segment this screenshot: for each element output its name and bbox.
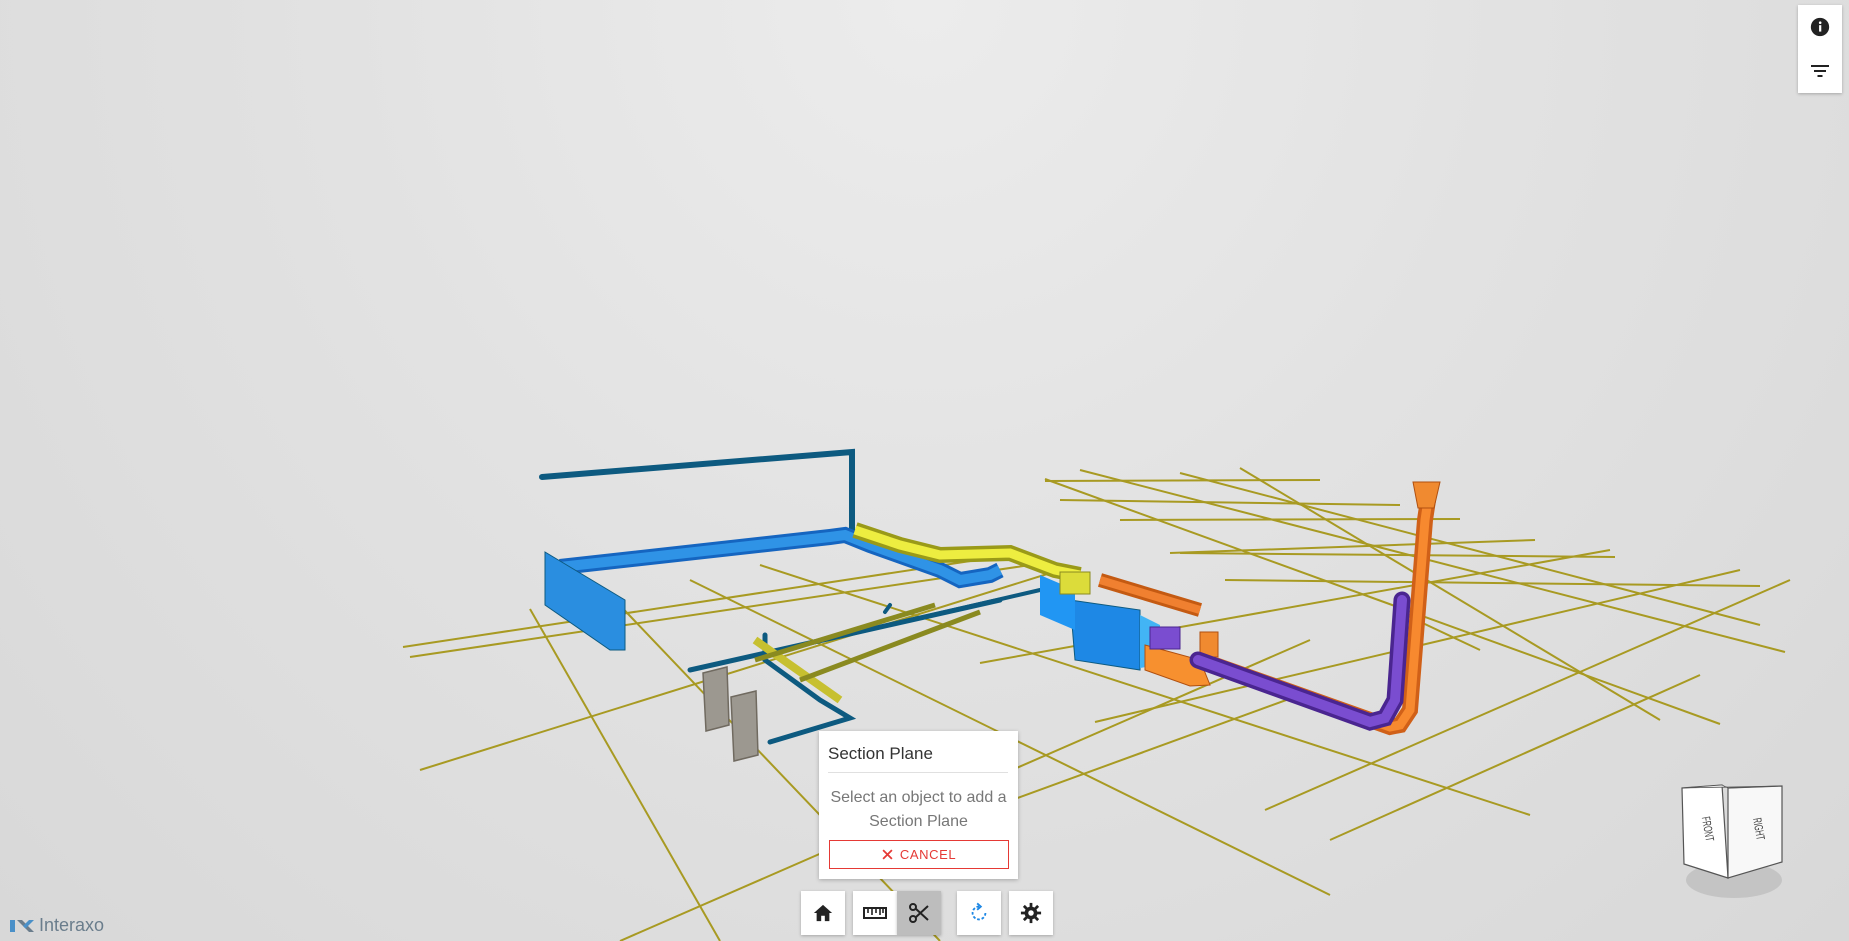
home-icon [813,904,833,922]
filter-icon [1811,65,1829,77]
close-icon [882,849,893,860]
measure-button[interactable] [853,891,897,935]
equipment-panels[interactable] [702,666,759,762]
brand-logo: Interaxo [9,915,104,936]
side-toolbar [1798,5,1842,93]
grid-lines [402,467,1791,941]
brand-name: Interaxo [39,915,105,935]
gear-icon [1020,902,1042,924]
rotate-button[interactable] [957,891,1001,935]
blue-duct[interactable] [544,526,1160,671]
view-cube[interactable]: FRONT RIGHT [1670,780,1790,905]
filter-button[interactable] [1798,49,1842,93]
section-plane-button[interactable] [897,891,941,935]
scissors-icon [909,903,929,923]
bottom-toolbar [801,891,1061,935]
cancel-button[interactable]: CANCEL [829,840,1009,869]
cancel-label: CANCEL [899,847,957,862]
settings-button[interactable] [1009,891,1053,935]
ruler-icon [863,907,887,919]
section-plane-popup: Section Plane Select an object to add a … [819,731,1018,879]
interaxo-logo-icon [10,919,34,932]
popup-message: Select an object to add a Section Plane [830,789,1007,830]
info-button[interactable] [1798,5,1842,49]
rotate-icon [971,902,987,921]
popup-title: Section Plane [828,744,1008,773]
home-button[interactable] [801,891,845,935]
info-icon [1810,17,1830,37]
